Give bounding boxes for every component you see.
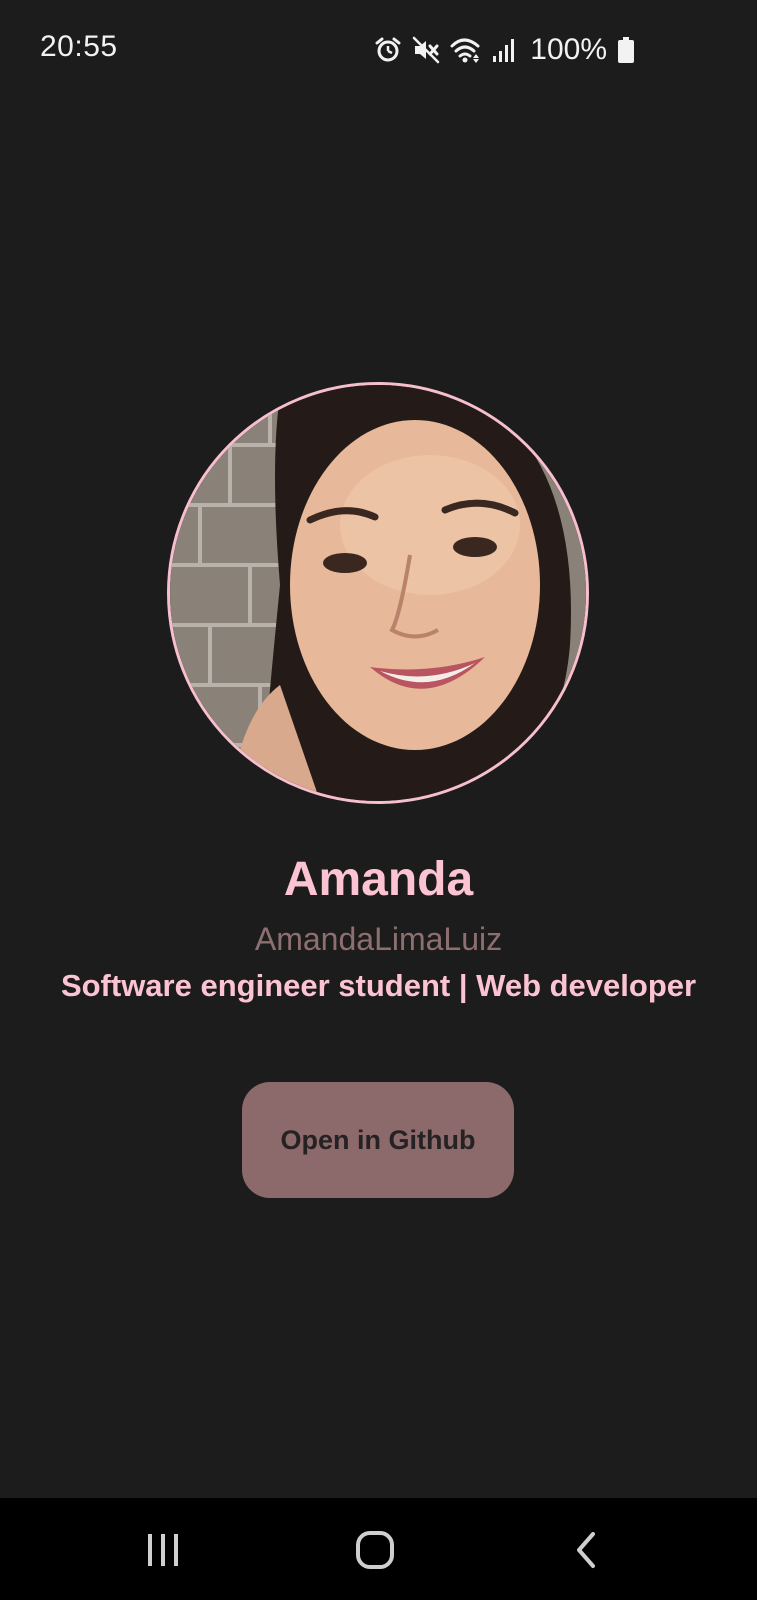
status-icons: 100%: [374, 30, 635, 70]
profile-screen: 20:55 100% Amanda AmandaLimaLuiz Softwar…: [0, 0, 757, 1600]
signal-icon: [492, 36, 516, 64]
status-time: 20:55: [40, 30, 118, 63]
status-bar: 20:55 100%: [0, 0, 757, 100]
recent-apps-icon[interactable]: [133, 1520, 193, 1580]
battery-icon: [617, 36, 635, 64]
profile-avatar: [167, 382, 589, 804]
navigation-bar: [0, 1498, 757, 1600]
profile-bio: Software engineer student | Web develope…: [60, 968, 697, 1003]
alarm-icon: [374, 36, 402, 64]
wifi-icon: [450, 36, 482, 64]
open-in-github-button[interactable]: Open in Github: [242, 1082, 514, 1198]
home-icon[interactable]: [345, 1520, 405, 1580]
back-icon[interactable]: [557, 1520, 617, 1580]
battery-percent: 100%: [530, 33, 607, 66]
profile-username: AmandaLimaLuiz: [254, 921, 503, 957]
mute-icon: [412, 36, 440, 64]
profile-name: Amanda: [283, 853, 474, 906]
